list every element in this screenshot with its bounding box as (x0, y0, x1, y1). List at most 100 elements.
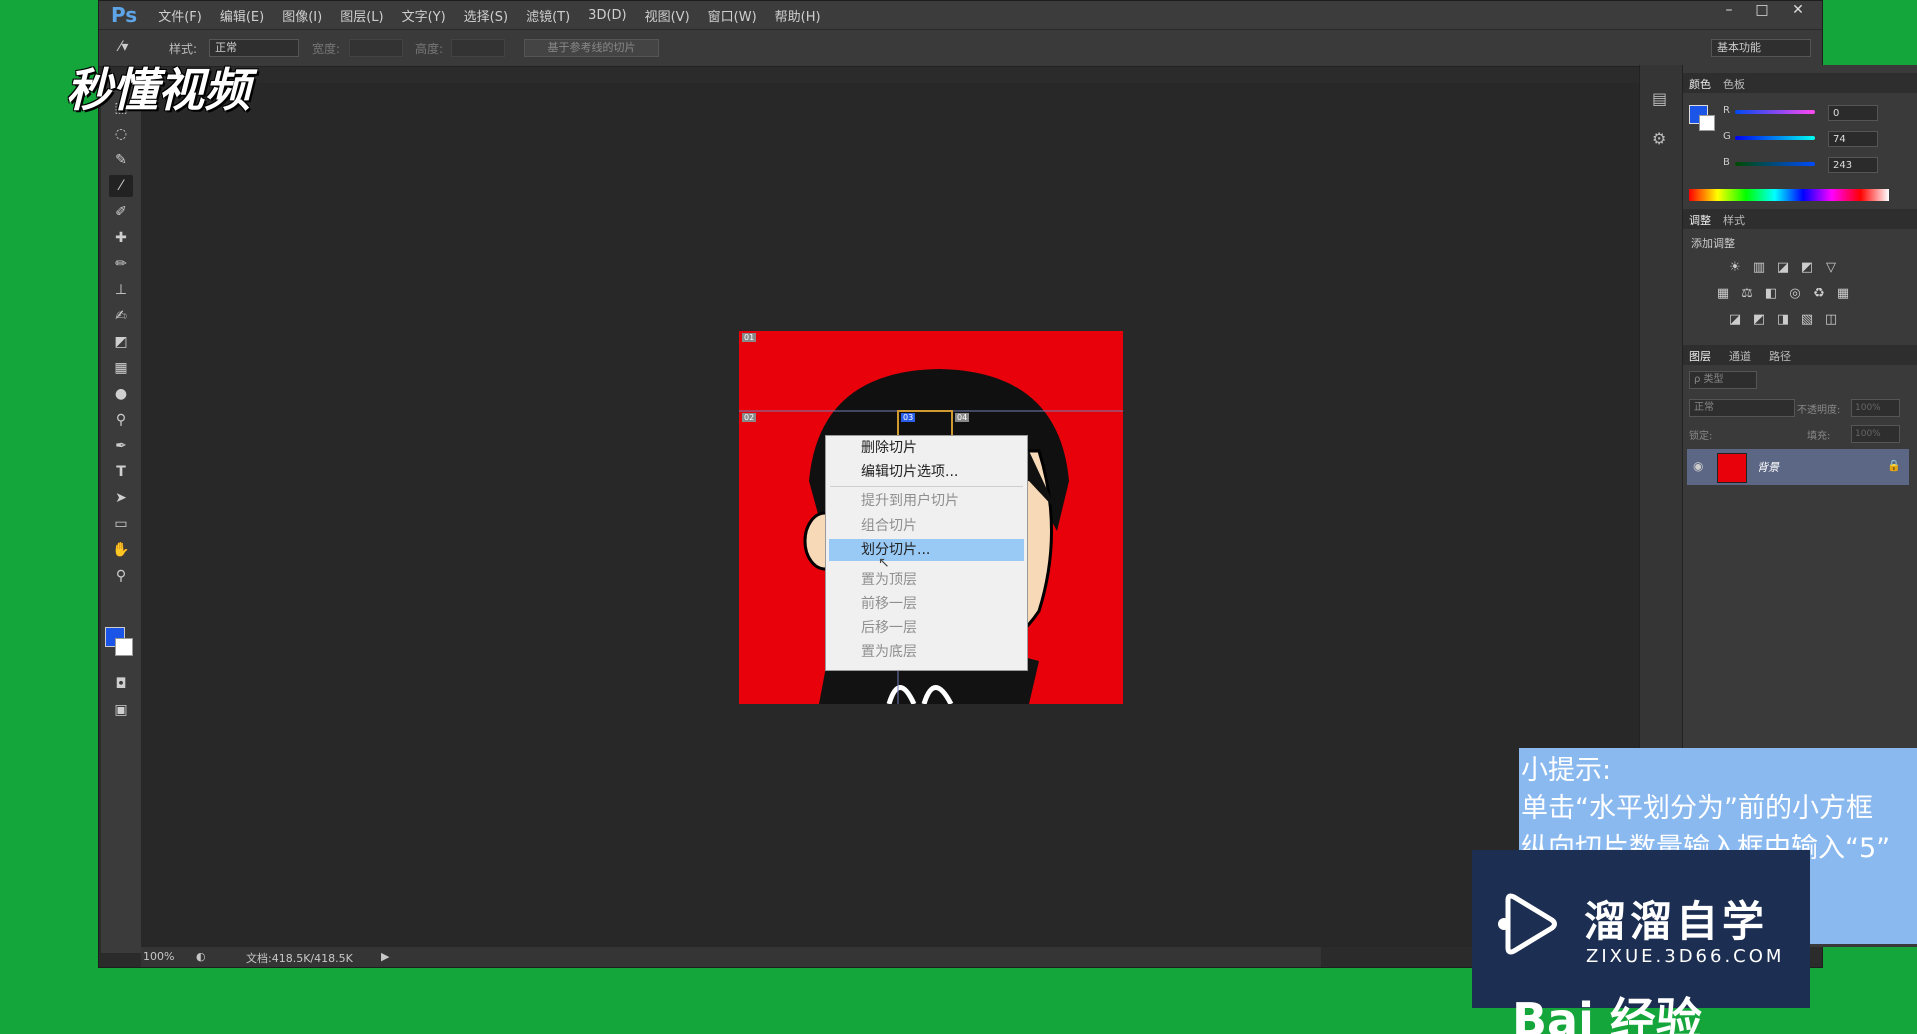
layer-name[interactable]: 背景 (1757, 459, 1779, 475)
menu-edit[interactable]: 编辑(E) (211, 6, 273, 25)
mixer-icon[interactable]: ♻ (1811, 287, 1827, 301)
menu-delete-slice[interactable]: 删除切片 (861, 437, 917, 459)
layer-filter-select[interactable]: ρ 类型 (1689, 371, 1757, 389)
menu-bring-forward[interactable]: 前移一层 (861, 593, 917, 615)
brand-name: 溜溜自学 (1584, 897, 1769, 946)
menu-filter[interactable]: 滤镜(T) (517, 6, 579, 25)
tab-adjustments[interactable]: 调整 (1689, 212, 1711, 228)
height-input[interactable] (451, 39, 505, 57)
brand-url: ZIXUE.3D66.COM (1586, 946, 1785, 967)
selective-color-icon[interactable]: ◫ (1823, 313, 1839, 327)
menu-combine-slices[interactable]: 组合切片 (861, 515, 917, 537)
width-input[interactable] (349, 39, 403, 57)
brightness-icon[interactable]: ☀ (1727, 261, 1743, 275)
close-icon[interactable]: ✕ (1783, 1, 1813, 23)
stamp-icon[interactable]: ⊥ (109, 279, 133, 301)
tab-channels[interactable]: 通道 (1729, 348, 1751, 364)
b-slider[interactable] (1735, 162, 1815, 166)
menu-edit-slice-options[interactable]: 编辑切片选项... (861, 461, 958, 483)
menu-file[interactable]: 文件(F) (149, 6, 211, 25)
slice-badge-01: 01 (742, 333, 757, 342)
shape-icon[interactable]: ▭ (109, 513, 133, 535)
vibrance-icon[interactable]: ▽ (1823, 261, 1839, 275)
r-slider[interactable] (1735, 110, 1815, 114)
slice-icon[interactable]: ⁄ (109, 175, 133, 197)
tab-layers[interactable]: 图层 (1689, 348, 1711, 364)
dodge-icon[interactable]: ⚲ (109, 409, 133, 431)
lookup-icon[interactable]: ▦ (1835, 287, 1851, 301)
status-info-icon[interactable]: ◐ (196, 950, 206, 963)
history-brush-icon[interactable]: ✍ (109, 305, 133, 327)
slice-badge-03: 03 (901, 413, 916, 422)
minimize-icon[interactable]: – (1714, 1, 1744, 23)
blend-mode-select[interactable]: 正常 (1689, 399, 1795, 417)
slice-tool-preset-icon[interactable]: ⁄▾ (119, 39, 128, 55)
menu-bring-to-front[interactable]: 置为顶层 (861, 569, 917, 591)
slices-from-guides-button[interactable]: 基于参考线的切片 (524, 39, 659, 57)
menu-promote-slice[interactable]: 提升到用户切片 (861, 490, 959, 512)
type-icon[interactable]: T (109, 461, 133, 483)
menu-type[interactable]: 文字(Y) (393, 6, 455, 25)
pen-icon[interactable]: ✒ (109, 435, 133, 457)
opacity-input[interactable]: 100% (1851, 399, 1900, 417)
visibility-eye-icon[interactable]: ◉ (1693, 459, 1703, 473)
tab-styles[interactable]: 样式 (1723, 212, 1745, 228)
menu-send-to-back[interactable]: 置为底层 (861, 641, 917, 663)
posterize-icon[interactable]: ◩ (1751, 313, 1767, 327)
zoom-level[interactable]: 100% (143, 950, 174, 963)
history-panel-icon[interactable]: ▤ (1652, 89, 1667, 108)
path-select-icon[interactable]: ➤ (109, 487, 133, 509)
quick-mask-icon[interactable]: ◘ (109, 673, 133, 695)
menu-view[interactable]: 视图(V) (636, 6, 699, 25)
tab-paths[interactable]: 路径 (1769, 348, 1791, 364)
tools-panel: ⬚ ◌ ✎ ⁄ ✐ ✚ ✏ ⊥ ✍ ◩ ▦ ● ⚲ ✒ T ➤ ▭ ✋ ⚲ ◘ … (101, 83, 142, 953)
threshold-icon[interactable]: ◨ (1775, 313, 1791, 327)
menu-3d[interactable]: 3D(D) (579, 8, 635, 23)
invert-icon[interactable]: ◪ (1727, 313, 1743, 327)
gradient-map-icon[interactable]: ▧ (1799, 313, 1815, 327)
lasso-icon[interactable]: ◌ (109, 123, 133, 145)
fill-input[interactable]: 100% (1851, 425, 1900, 443)
levels-icon[interactable]: ▥ (1751, 261, 1767, 275)
eyedropper-icon[interactable]: ✐ (109, 201, 133, 223)
menu-layer[interactable]: 图层(L) (331, 6, 392, 25)
eraser-icon[interactable]: ◩ (109, 331, 133, 353)
quick-select-icon[interactable]: ✎ (109, 149, 133, 171)
menu-divide-slice[interactable]: 划分切片... (861, 539, 930, 561)
menu-image[interactable]: 图像(I) (273, 6, 331, 25)
menu-select[interactable]: 选择(S) (455, 6, 517, 25)
menu-window[interactable]: 窗口(W) (699, 6, 766, 25)
healing-icon[interactable]: ✚ (109, 227, 133, 249)
curves-icon[interactable]: ◪ (1775, 261, 1791, 275)
b-input[interactable]: 243 (1828, 157, 1878, 173)
bw-icon[interactable]: ◧ (1763, 287, 1779, 301)
exposure-icon[interactable]: ◩ (1799, 261, 1815, 275)
blur-icon[interactable]: ● (109, 383, 133, 405)
g-input[interactable]: 74 (1828, 131, 1878, 147)
lock-icon: 🔒 (1887, 459, 1901, 472)
photo-filter-icon[interactable]: ◎ (1787, 287, 1803, 301)
background-color-swatch[interactable] (115, 638, 133, 656)
workspace-select[interactable]: 基本功能 (1711, 39, 1811, 57)
tab-swatches[interactable]: 色板 (1723, 76, 1745, 92)
brush-icon[interactable]: ✏ (109, 253, 133, 275)
layer-row-background[interactable]: ◉ 背景 🔒 (1687, 449, 1909, 485)
spectrum-bar[interactable] (1689, 189, 1889, 201)
screen-mode-icon[interactable]: ▣ (109, 699, 133, 721)
hand-icon[interactable]: ✋ (109, 539, 133, 561)
hue-icon[interactable]: ▦ (1715, 287, 1731, 301)
zoom-icon[interactable]: ⚲ (109, 565, 133, 587)
maximize-icon[interactable]: □ (1747, 1, 1777, 23)
gradient-icon[interactable]: ▦ (109, 357, 133, 379)
g-slider[interactable] (1735, 136, 1815, 140)
balance-icon[interactable]: ⚖ (1739, 287, 1755, 301)
tab-color[interactable]: 颜色 (1689, 76, 1711, 92)
panel-background-swatch[interactable] (1699, 115, 1715, 131)
properties-panel-icon[interactable]: ⚙ (1652, 129, 1666, 148)
r-input[interactable]: 0 (1828, 105, 1878, 121)
status-menu-arrow-icon[interactable]: ▶ (381, 950, 389, 963)
play-logo-icon (1498, 893, 1557, 955)
watermark-logo: 秒懂视频 (66, 63, 250, 117)
menu-help[interactable]: 帮助(H) (766, 6, 830, 25)
menu-send-backward[interactable]: 后移一层 (861, 617, 917, 639)
